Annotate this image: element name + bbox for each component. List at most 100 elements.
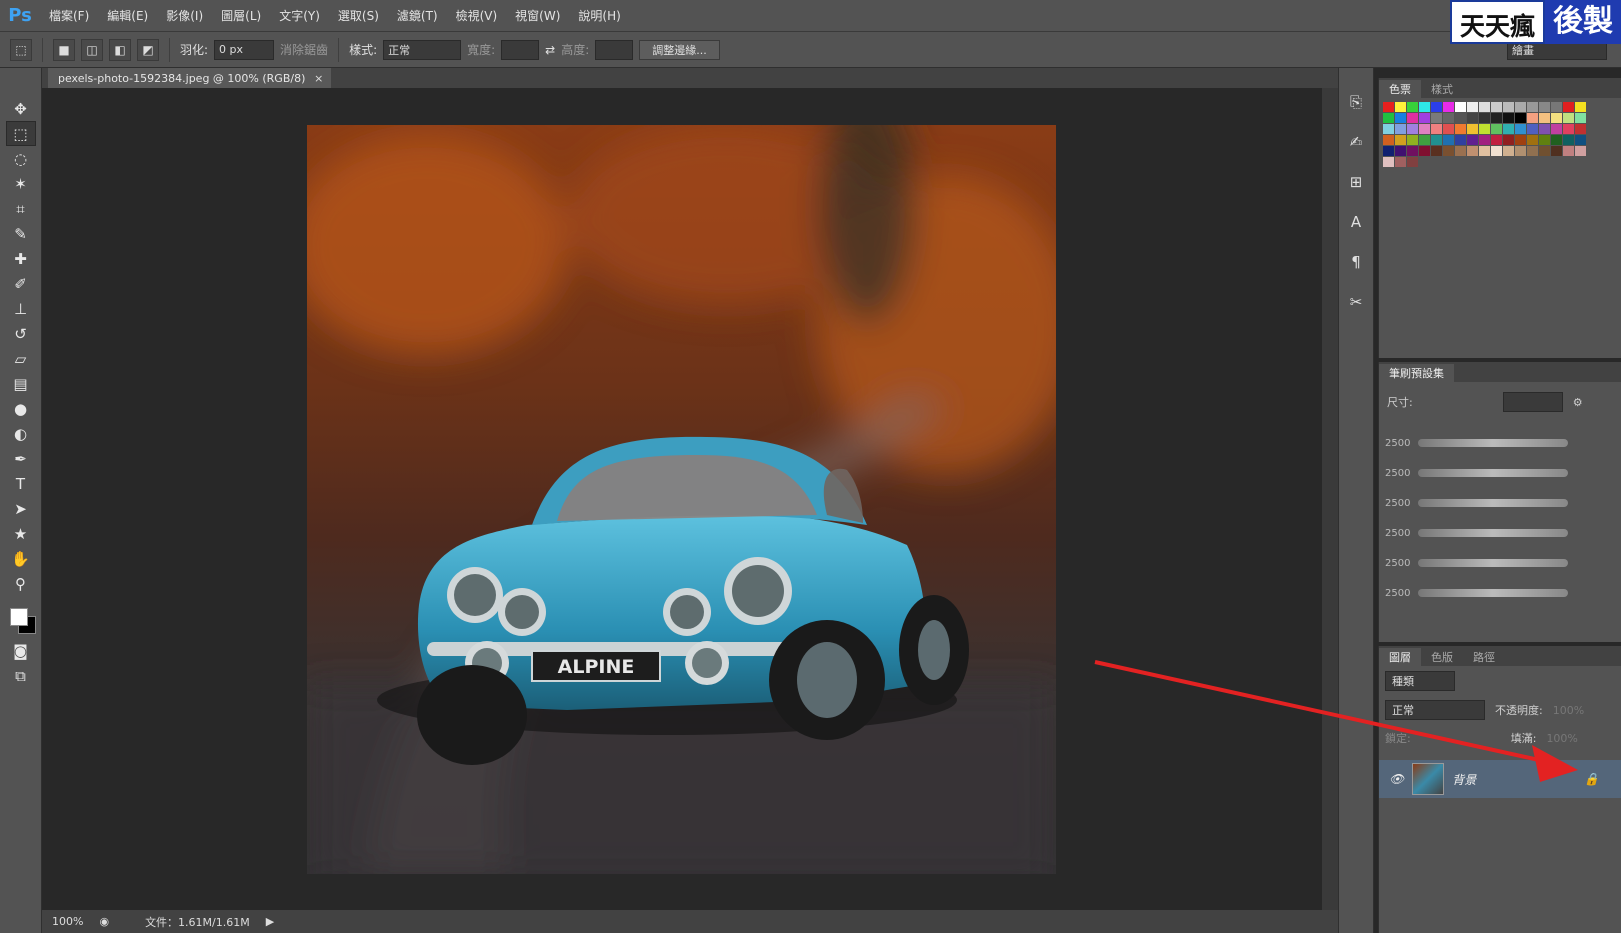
menu-help[interactable]: 說明(H) — [569, 7, 629, 24]
menu-file[interactable]: 檔案(F) — [40, 7, 98, 24]
color-swatch[interactable] — [1431, 102, 1442, 112]
color-swatch[interactable] — [1455, 102, 1466, 112]
type-tool-icon[interactable]: T — [6, 471, 36, 496]
healing-brush-icon[interactable]: ✚ — [6, 246, 36, 271]
color-swatch[interactable] — [1575, 146, 1586, 156]
feather-input[interactable]: 0 px — [214, 39, 275, 60]
path-select-icon[interactable]: ➤ — [6, 496, 36, 521]
tab-swatches[interactable]: 色票 — [1379, 80, 1421, 98]
color-swatch[interactable] — [1515, 124, 1526, 134]
marquee-preset-icon[interactable]: ⬚ — [10, 38, 32, 61]
menu-edit[interactable]: 編輯(E) — [98, 7, 157, 24]
color-swatch[interactable] — [1539, 124, 1550, 134]
hand-tool-icon[interactable]: ✋ — [6, 546, 36, 571]
color-swatch[interactable] — [1479, 135, 1490, 145]
color-swatch[interactable] — [1527, 124, 1538, 134]
new-selection-icon[interactable]: ■ — [53, 38, 75, 61]
color-swatch[interactable] — [1467, 124, 1478, 134]
menu-layer[interactable]: 圖層(L) — [212, 7, 270, 24]
marquee-tool-icon[interactable]: ⬚ — [5, 121, 36, 146]
dodge-tool-icon[interactable]: ◐ — [6, 421, 36, 446]
zoom-tool-icon[interactable]: ⚲ — [6, 571, 36, 596]
tab-styles[interactable]: 樣式 — [1421, 80, 1463, 98]
color-swatch[interactable] — [1407, 102, 1418, 112]
color-swatch[interactable] — [1551, 146, 1562, 156]
color-swatch[interactable] — [1419, 113, 1430, 123]
color-swatch[interactable] — [1467, 146, 1478, 156]
color-swatch[interactable] — [1455, 124, 1466, 134]
menu-filter[interactable]: 濾鏡(T) — [388, 7, 447, 24]
color-swatch[interactable] — [1515, 146, 1526, 156]
color-swatch[interactable] — [1563, 135, 1574, 145]
color-swatch[interactable] — [1455, 135, 1466, 145]
color-swatch[interactable] — [1431, 124, 1442, 134]
close-tab-icon[interactable]: × — [314, 72, 323, 85]
clone-source-icon[interactable]: ⊞ — [1342, 168, 1370, 196]
color-swatch[interactable] — [1419, 102, 1430, 112]
color-swatch[interactable] — [1491, 146, 1502, 156]
color-swatch[interactable] — [1515, 113, 1526, 123]
canvas-scrollbar[interactable] — [1322, 88, 1338, 910]
color-swatch[interactable] — [1503, 135, 1514, 145]
color-swatch[interactable] — [1539, 146, 1550, 156]
color-swatch[interactable] — [1539, 102, 1550, 112]
color-swatch[interactable] — [1395, 135, 1406, 145]
paragraph-panel-icon[interactable]: ¶ — [1342, 248, 1370, 276]
blend-mode-select[interactable]: 正常 — [1385, 700, 1485, 720]
color-swatch[interactable] — [1383, 146, 1394, 156]
tab-paths[interactable]: 路徑 — [1463, 648, 1505, 666]
color-swatch[interactable] — [1551, 102, 1562, 112]
color-swatch[interactable] — [1383, 113, 1394, 123]
color-swatch[interactable] — [1563, 146, 1574, 156]
color-swatch[interactable] — [1563, 113, 1574, 123]
brush-preset[interactable]: 2500 — [1379, 518, 1621, 548]
foreground-color-swatch[interactable] — [9, 608, 28, 626]
crop-tool-icon[interactable]: ⌗ — [6, 196, 36, 221]
menu-window[interactable]: 視窗(W) — [506, 7, 569, 24]
color-swatch[interactable] — [1455, 113, 1466, 123]
clone-stamp-icon[interactable]: ⊥ — [6, 296, 36, 321]
color-swatch[interactable] — [1443, 146, 1454, 156]
color-swatches[interactable] — [6, 602, 36, 638]
color-swatch[interactable] — [1395, 124, 1406, 134]
eyedropper-icon[interactable]: ✎ — [6, 221, 36, 246]
color-swatch[interactable] — [1419, 124, 1430, 134]
zoom-level[interactable]: 100% — [52, 915, 83, 928]
layer-kind-select[interactable]: 種類 — [1385, 671, 1455, 691]
color-swatch[interactable] — [1503, 124, 1514, 134]
color-swatch[interactable] — [1407, 113, 1418, 123]
color-swatch[interactable] — [1491, 102, 1502, 112]
lasso-tool-icon[interactable]: ◌ — [6, 146, 36, 171]
color-swatch[interactable] — [1527, 135, 1538, 145]
color-swatch[interactable] — [1575, 135, 1586, 145]
tab-layers[interactable]: 圖層 — [1379, 648, 1421, 666]
history-panel-icon[interactable]: ⎘ — [1342, 88, 1370, 116]
color-swatch[interactable] — [1443, 113, 1454, 123]
style-select[interactable]: 正常 — [383, 39, 462, 60]
color-swatch[interactable] — [1395, 146, 1406, 156]
swap-icon[interactable]: ⇄ — [545, 43, 555, 57]
brush-list[interactable]: 2500 2500 2500 2500 2500 2500 — [1379, 422, 1621, 612]
color-swatch[interactable] — [1539, 135, 1550, 145]
color-swatch[interactable] — [1467, 135, 1478, 145]
color-swatch[interactable] — [1467, 102, 1478, 112]
color-swatch[interactable] — [1395, 113, 1406, 123]
color-swatch[interactable] — [1395, 102, 1406, 112]
color-swatch[interactable] — [1407, 146, 1418, 156]
color-swatch[interactable] — [1575, 102, 1586, 112]
color-swatch[interactable] — [1515, 135, 1526, 145]
height-input[interactable] — [595, 39, 634, 60]
color-swatch[interactable] — [1491, 113, 1502, 123]
color-swatch[interactable] — [1563, 124, 1574, 134]
brush-preset[interactable]: 2500 — [1379, 578, 1621, 608]
color-swatch[interactable] — [1491, 124, 1502, 134]
magic-wand-icon[interactable]: ✶ — [6, 171, 36, 196]
status-info-icon[interactable]: ◉ — [99, 915, 109, 928]
brush-preset[interactable]: 2500 — [1379, 488, 1621, 518]
color-swatch[interactable] — [1503, 113, 1514, 123]
brush-preset[interactable]: 2500 — [1379, 428, 1621, 458]
color-swatch[interactable] — [1443, 102, 1454, 112]
menu-image[interactable]: 影像(I) — [157, 7, 212, 24]
color-swatch[interactable] — [1419, 135, 1430, 145]
layer-row-background[interactable]: 👁 背景 🔒 — [1379, 760, 1621, 798]
